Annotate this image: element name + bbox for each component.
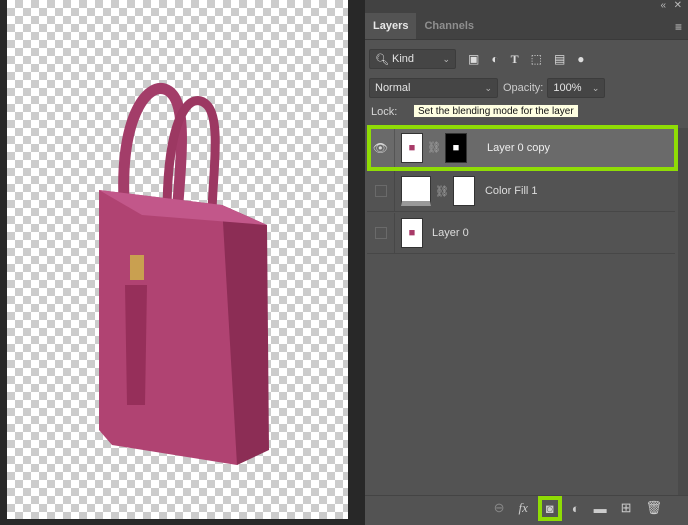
document-canvas[interactable]: [7, 0, 348, 519]
layer-row[interactable]: ■ Layer 0: [367, 213, 675, 254]
fill-thumbnail: [401, 176, 431, 206]
trash-icon[interactable]: 🗑︎: [645, 500, 662, 516]
visibility-checkbox[interactable]: [374, 185, 387, 197]
visibility-checkbox[interactable]: [374, 227, 387, 239]
chevron-down-icon: ⌄: [484, 82, 492, 93]
filter-kind-label: Kind: [392, 53, 415, 65]
collapse-icon[interactable]: «: [660, 0, 666, 11]
close-icon[interactable]: ✕: [674, 0, 682, 11]
chevron-down-icon: ⌄: [442, 53, 450, 64]
smart-object-filter-icon[interactable]: ▤: [554, 52, 565, 66]
link-icon[interactable]: ⛓︎: [435, 185, 449, 198]
lock-label: Lock:: [371, 106, 398, 118]
opacity-value: 100%: [553, 82, 582, 94]
blend-mode-select[interactable]: Normal ⌄: [369, 78, 498, 98]
filter-toggle[interactable]: ●: [577, 52, 584, 66]
layer-name[interactable]: Layer 0: [432, 227, 469, 239]
layer-mask-thumbnail[interactable]: [452, 176, 475, 206]
image-filter-icon[interactable]: ▣: [468, 52, 479, 66]
type-filter-icon[interactable]: T: [511, 52, 519, 67]
adjustment-filter-icon[interactable]: ◐: [491, 52, 498, 66]
shape-filter-icon[interactable]: ⬚: [531, 52, 542, 66]
adjustment-layer-icon[interactable]: ◐: [572, 501, 580, 516]
group-folder-icon[interactable]: ▬: [594, 501, 607, 516]
add-mask-button[interactable]: ◙: [537, 495, 562, 521]
scrollbar[interactable]: [678, 128, 688, 495]
opacity-label: Opacity:: [503, 82, 544, 94]
layer-name[interactable]: Color Fill 1: [485, 185, 538, 197]
opacity-input[interactable]: 100% ⌄: [547, 78, 606, 98]
layer-thumbnail: ■: [401, 218, 423, 248]
tab-channels[interactable]: Channels: [416, 13, 482, 39]
handbag-image: [99, 83, 269, 465]
link-layers-icon[interactable]: ⊖: [494, 500, 505, 516]
tab-layers[interactable]: Layers: [365, 13, 417, 39]
fx-icon[interactable]: fx: [518, 500, 527, 516]
search-icon: 🔍︎: [375, 53, 389, 66]
selection-highlight: [367, 125, 678, 171]
blend-mode-value: Normal: [375, 82, 411, 94]
chevron-down-icon[interactable]: ⌄: [592, 83, 600, 94]
new-layer-icon[interactable]: ⊞: [621, 500, 632, 516]
layer-row[interactable]: ⛓︎ Color Fill 1: [367, 171, 675, 212]
panel-menu-icon[interactable]: ≡: [675, 20, 682, 34]
layers-panel: «✕ Layers Channels ≡ 🔍︎ Kind ⌄ ▣ ◐ T ⬚ ▤ …: [365, 0, 688, 525]
tooltip: Set the blending mode for the layer: [413, 104, 579, 118]
filter-kind-select[interactable]: 🔍︎ Kind ⌄: [369, 49, 456, 69]
